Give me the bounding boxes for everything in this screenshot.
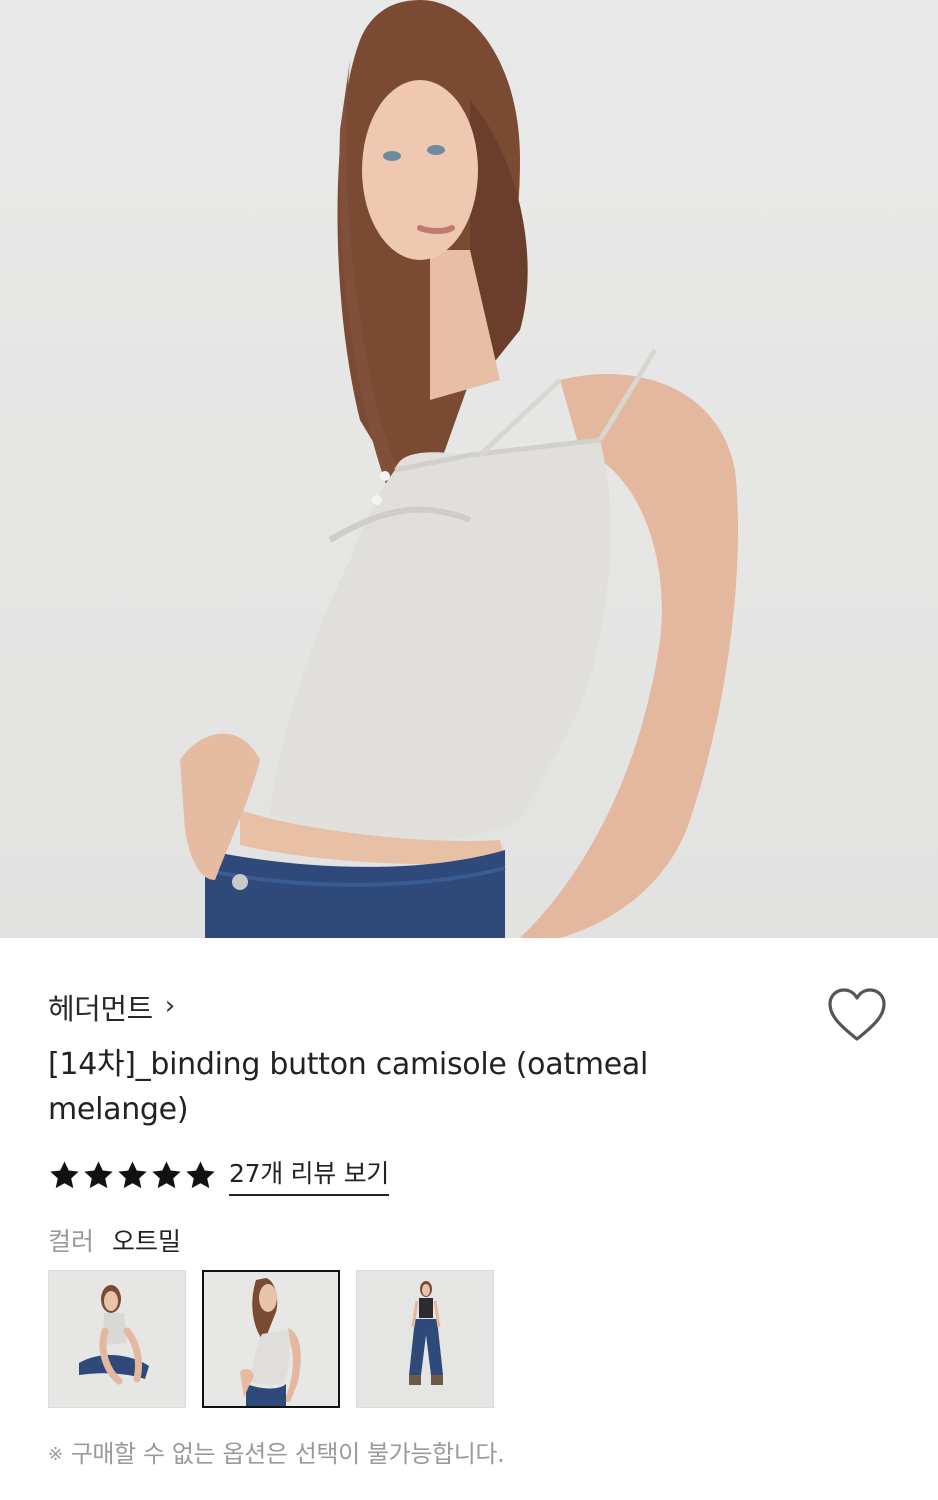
thumbnail-option[interactable] xyxy=(48,1270,186,1408)
wishlist-button[interactable] xyxy=(826,986,888,1044)
product-main-image[interactable] xyxy=(0,0,938,938)
color-thumbnails xyxy=(48,1270,494,1408)
brand-link[interactable]: 헤더먼트 › xyxy=(48,985,175,1029)
star-icon xyxy=(186,1160,215,1188)
product-photo-illustration xyxy=(180,0,738,938)
color-label: 컬러 xyxy=(48,1227,95,1256)
star-icon xyxy=(50,1160,79,1188)
thumbnail-option-selected[interactable] xyxy=(202,1270,340,1408)
thumbnail-image xyxy=(204,1272,338,1406)
star-icon xyxy=(118,1160,147,1188)
heart-outline-icon xyxy=(828,988,886,1041)
brand-name: 헤더먼트 xyxy=(48,992,153,1026)
color-option-row: 컬러 오트밀 xyxy=(48,1222,181,1258)
option-notice: ※ 구매할 수 없는 옵션은 선택이 불가능합니다. xyxy=(48,1434,505,1469)
star-icon xyxy=(152,1160,181,1188)
thumbnail-image xyxy=(357,1271,493,1407)
product-title: [14차]_binding button camisole (oatmeal m… xyxy=(48,1047,648,1127)
star-icon xyxy=(84,1160,113,1188)
color-value: 오트밀 xyxy=(112,1227,182,1256)
rating-row: 27개 리뷰 보기 xyxy=(48,1152,389,1198)
thumbnail-image xyxy=(49,1271,185,1407)
notice-text: 구매할 수 없는 옵션은 선택이 불가능합니다. xyxy=(70,1440,505,1468)
reference-mark: ※ xyxy=(48,1444,63,1465)
chevron-right-icon: › xyxy=(164,991,176,1021)
review-link[interactable]: 27개 리뷰 보기 xyxy=(229,1154,389,1196)
star-rating xyxy=(48,1159,217,1192)
thumbnail-option[interactable] xyxy=(356,1270,494,1408)
